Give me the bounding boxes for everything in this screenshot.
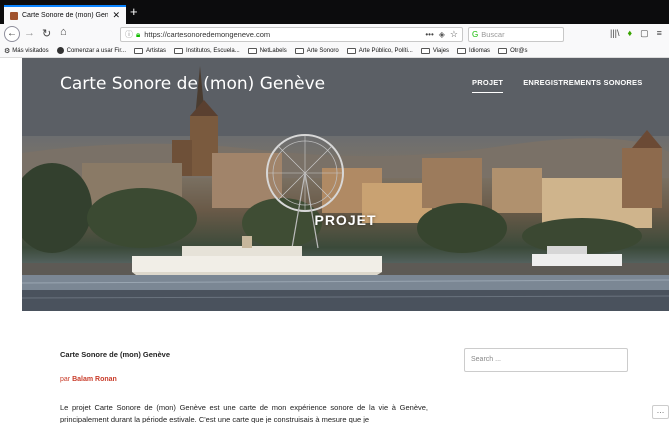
reload-button[interactable]: ↻ (42, 27, 51, 40)
site-title[interactable]: Carte Sonore de (mon) Genève (60, 74, 325, 95)
bookmark-most-visited[interactable]: ⚙ Más visitados (4, 47, 49, 55)
url-text[interactable]: https://cartesonoredemongeneve.com (144, 30, 421, 39)
tab-strip: Carte Sonore de (mon) Genève ✕ + (0, 0, 669, 24)
sidebar-search-input[interactable]: Search ... (464, 348, 628, 372)
more-options-button[interactable]: … (652, 405, 669, 419)
byline-prefix: par (60, 376, 71, 383)
bookmark-label: Otr@s (510, 47, 528, 54)
menu-item-enregistrements[interactable]: ENREGISTREMENTS SONORES (523, 78, 642, 93)
folder-icon (174, 47, 184, 54)
bookmark-label: Artistas (146, 47, 167, 54)
page-actions-icon[interactable]: ••• (425, 30, 433, 39)
hero-title: PROJET (314, 212, 377, 228)
new-tab-button[interactable]: + (130, 5, 138, 19)
extension-icon[interactable]: ♦ (628, 28, 633, 39)
main-menu: PROJET ENREGISTREMENTS SONORES (472, 78, 642, 93)
nav-bar: ← → ↻ ⌂ ⓘ 🔒︎ https://cartesonoredemongen… (0, 24, 669, 44)
bookmark-folder-idiomas[interactable]: Idiomas (457, 47, 491, 54)
bookmark-folder-viajes[interactable]: Viajes (420, 47, 450, 54)
close-tab-icon[interactable]: ✕ (112, 10, 120, 21)
bookmark-label: Más visitados (12, 47, 49, 54)
library-icon[interactable]: |||\ (610, 28, 620, 39)
menu-item-projet[interactable]: PROJET (472, 78, 504, 93)
info-icon[interactable]: ⓘ (125, 29, 133, 40)
bookmark-folder-artistas[interactable]: Artistas (134, 47, 167, 54)
bookmark-folder-arte-sonoro[interactable]: Arte Sonoro (294, 47, 339, 54)
menu-icon[interactable]: ≡ (657, 28, 662, 39)
search-engine-icon: G (472, 30, 479, 39)
lock-icon: 🔒︎ (136, 29, 141, 39)
folder-icon (498, 47, 508, 54)
search-bar[interactable]: G Buscar (468, 27, 564, 42)
geneva-panorama-image (22, 58, 669, 311)
folder-icon (346, 47, 356, 54)
byline: par Balam Ronan (60, 376, 117, 383)
bookmark-label: Comenzar a usar Fir... (66, 47, 126, 54)
bookmark-label: Arte Público, Políti... (358, 47, 413, 54)
bookmark-label: NetLabels (259, 47, 287, 54)
folder-icon (134, 47, 143, 54)
bookmark-folder-arte-publico[interactable]: Arte Público, Políti... (346, 47, 413, 54)
pocket-icon[interactable]: ◈ (439, 30, 445, 39)
sidebar-icon[interactable]: ▢ (640, 28, 649, 39)
bookmark-label: Institutos, Escuela... (186, 47, 240, 54)
toolbar-buttons: |||\ ♦ ▢ ≡ (610, 28, 662, 39)
firefox-icon (56, 47, 64, 54)
post-body: Le projet Carte Sonore de (mon) Genève e… (60, 403, 428, 423)
post-title[interactable]: Carte Sonore de (mon) Genève (60, 350, 430, 359)
url-bar[interactable]: ⓘ 🔒︎ https://cartesonoredemongeneve.com … (120, 27, 463, 42)
bookmark-star-icon[interactable]: ☆ (450, 29, 458, 40)
hero-header: Carte Sonore de (mon) Genève PROJET ENRE… (22, 58, 669, 311)
tab-title: Carte Sonore de (mon) Genève (22, 12, 109, 19)
bookmark-label: Viajes (432, 47, 450, 54)
bookmark-folder-institutos[interactable]: Institutos, Escuela... (174, 47, 240, 54)
author-link[interactable]: Balam Ronan (72, 376, 117, 383)
home-button[interactable]: ⌂ (60, 26, 67, 38)
search-bar-placeholder: Buscar (481, 30, 505, 39)
bookmark-getting-started[interactable]: Comenzar a usar Fir... (56, 47, 126, 54)
back-button[interactable]: ← (4, 26, 20, 42)
bookmark-label: Arte Sonoro (306, 47, 339, 54)
favicon-icon (10, 11, 18, 20)
folder-icon (247, 47, 257, 54)
bookmark-folder-otros[interactable]: Otr@s (498, 47, 528, 54)
folder-icon (420, 47, 430, 54)
forward-button[interactable]: → (24, 27, 35, 39)
gear-icon: ⚙ (4, 47, 11, 55)
bookmark-label: Idiomas (469, 47, 491, 54)
folder-icon (294, 47, 304, 54)
folder-icon (457, 47, 467, 54)
post-content: Carte Sonore de (mon) Genève par Balam R… (60, 350, 430, 423)
bookmark-folder-netlabels[interactable]: NetLabels (247, 47, 287, 54)
browser-tab[interactable]: Carte Sonore de (mon) Genève ✕ (4, 5, 126, 24)
bookmarks-bar: ⚙ Más visitados Comenzar a usar Fir... A… (0, 44, 669, 58)
